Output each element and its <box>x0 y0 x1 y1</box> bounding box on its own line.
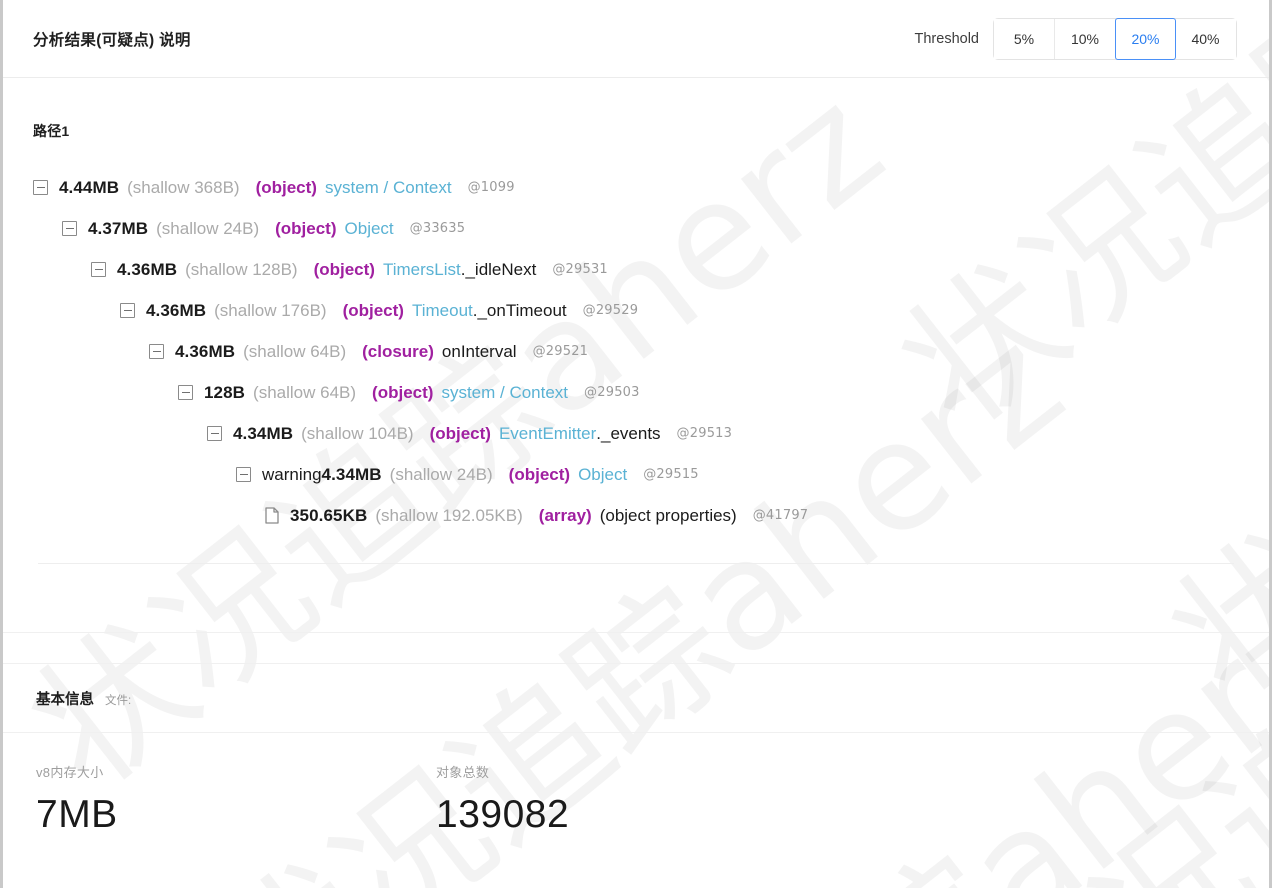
stat-v8-heap-size: v8内存大小 7MB <box>36 762 436 837</box>
tree-row[interactable]: 128B (shallow 64B) (object) system / Contex… <box>33 372 1239 413</box>
stat-object-count: 对象总数 139082 <box>436 762 569 837</box>
section-divider-2 <box>3 663 1269 664</box>
card-header: 分析结果(可疑点) 说明 Threshold 5% 10% 20% 40% <box>3 0 1269 78</box>
row-object-property: ._onTimeout <box>472 300 567 320</box>
collapse-box-icon[interactable] <box>33 180 48 195</box>
row-object-name: system / Context <box>441 382 569 402</box>
row-kind: (object) <box>429 423 491 443</box>
threshold-option-40[interactable]: 40% <box>1175 18 1236 59</box>
row-object-id: @29515 <box>643 467 699 482</box>
threshold-label: Threshold <box>914 30 979 47</box>
row-object-id: @29503 <box>584 385 640 400</box>
row-retained-size: 4.44MB <box>59 177 120 197</box>
row-object-id: @1099 <box>467 180 515 195</box>
tree-row[interactable]: 4.34MB (shallow 104B) (object) EventEmitter… <box>33 413 1239 454</box>
tree-row[interactable]: 4.36MB (shallow 176B) (object) Timeout ._onT… <box>33 290 1239 331</box>
page-title: 分析结果(可疑点) 说明 <box>33 31 191 49</box>
row-retained-size: 4.34MB <box>233 423 294 443</box>
collapse-box-icon[interactable] <box>149 344 164 359</box>
stat-value: 7MB <box>36 793 118 836</box>
row-object-id: @29529 <box>582 303 639 318</box>
row-object-id: @29513 <box>676 426 733 441</box>
row-object-id: @41797 <box>752 508 809 523</box>
collapse-box-icon[interactable] <box>236 467 251 482</box>
collapse-box-icon[interactable] <box>120 303 135 318</box>
row-prefix: warning <box>262 464 322 484</box>
threshold-option-10[interactable]: 10% <box>1055 18 1116 59</box>
basic-info-title: 基本信息 <box>36 692 94 708</box>
row-retained-size: 4.34MB <box>321 464 382 484</box>
section-divider-1 <box>3 632 1269 633</box>
tree-row[interactable]: 4.37MB (shallow 24B) (object) Object @33635 <box>33 208 1239 249</box>
collapse-box-icon[interactable] <box>178 385 193 400</box>
tree-row[interactable]: 4.36MB (shallow 128B) (object) TimersList ._… <box>33 249 1239 290</box>
stats-row: v8内存大小 7MB 对象总数 139082 <box>36 762 569 837</box>
tree-row[interactable]: 4.44MB (shallow 368B) (object) system / Con… <box>33 167 1239 208</box>
row-kind: (closure) <box>362 341 434 361</box>
row-object-name: Timeout <box>411 300 473 320</box>
path-label: 路径1 <box>33 123 70 139</box>
row-retained-size: 128B <box>204 382 246 402</box>
row-object-property: ._idleNext <box>460 259 537 279</box>
row-shallow-size: (shallow 128B) <box>185 259 298 279</box>
threshold-option-20[interactable]: 20% <box>1115 17 1176 60</box>
tree-row[interactable]: warning 4.34MB (shallow 24B) (object) Object… <box>33 454 1239 495</box>
row-object-name: system / Context <box>324 177 452 197</box>
file-icon <box>265 507 279 524</box>
row-kind: (object) <box>313 259 375 279</box>
row-object-name: TimersList <box>382 259 461 279</box>
stat-value: 139082 <box>436 793 570 836</box>
collapse-box-icon[interactable] <box>91 262 106 277</box>
header-controls: Threshold 5% 10% 20% 40% <box>914 17 1237 60</box>
analysis-result-card: 分析结果(可疑点) 说明 Threshold 5% 10% 20% 40% 路径… <box>0 0 1272 888</box>
row-kind: (object) <box>342 300 404 320</box>
row-retained-size: 350.65KB <box>290 505 368 525</box>
row-kind: (object) <box>372 382 434 402</box>
collapse-box-icon[interactable] <box>62 221 77 236</box>
row-shallow-size: (shallow 104B) <box>301 423 414 443</box>
row-shallow-size: (shallow 64B) <box>253 382 357 402</box>
row-shallow-size: (shallow 176B) <box>214 300 327 320</box>
row-shallow-size: (shallow 192.05KB) <box>375 505 523 525</box>
row-object-name: Object <box>344 218 394 238</box>
row-retained-size: 4.36MB <box>175 341 236 361</box>
threshold-segmented-control[interactable]: 5% 10% 20% 40% <box>993 17 1237 60</box>
tree-bottom-divider <box>38 563 1234 564</box>
row-object-property: ._events <box>596 423 661 443</box>
threshold-option-5[interactable]: 5% <box>994 18 1055 59</box>
row-shallow-size: (shallow 24B) <box>156 218 260 238</box>
card-body: 路径1 4.44MB (shallow 368B) (object) system /… <box>3 78 1269 564</box>
collapse-box-icon[interactable] <box>207 426 222 441</box>
row-kind: (array) <box>538 505 592 525</box>
tree-row[interactable]: 350.65KB (shallow 192.05KB) (array) (object… <box>33 495 1239 536</box>
row-object-name: Object <box>578 464 628 484</box>
tree-row[interactable]: 4.36MB (shallow 64B) (closure) onInterval @2… <box>33 331 1239 372</box>
row-shallow-size: (shallow 368B) <box>127 177 240 197</box>
row-retained-size: 4.36MB <box>117 259 178 279</box>
row-kind: (object) <box>508 464 571 484</box>
basic-info-divider <box>3 732 1269 733</box>
retainer-path-tree: 4.44MB (shallow 368B) (object) system / Con… <box>33 167 1239 536</box>
basic-info-header: 基本信息 文件: <box>36 688 131 709</box>
row-object-id: @33635 <box>409 221 466 236</box>
row-object-property: (object properties) <box>599 505 737 525</box>
stat-label: 对象总数 <box>436 765 490 780</box>
row-kind: (object) <box>255 177 317 197</box>
row-kind: (object) <box>275 218 337 238</box>
row-object-id: @29521 <box>532 344 589 359</box>
row-shallow-size: (shallow 64B) <box>243 341 347 361</box>
row-retained-size: 4.36MB <box>146 300 207 320</box>
row-shallow-size: (shallow 24B) <box>389 464 493 484</box>
row-retained-size: 4.37MB <box>88 218 149 238</box>
row-object-property: onInterval <box>441 341 517 361</box>
basic-info-file-label: 文件: <box>105 695 132 707</box>
stat-label: v8内存大小 <box>36 765 104 780</box>
row-object-id: @29531 <box>552 262 608 277</box>
row-object-name: EventEmitter <box>498 423 597 443</box>
